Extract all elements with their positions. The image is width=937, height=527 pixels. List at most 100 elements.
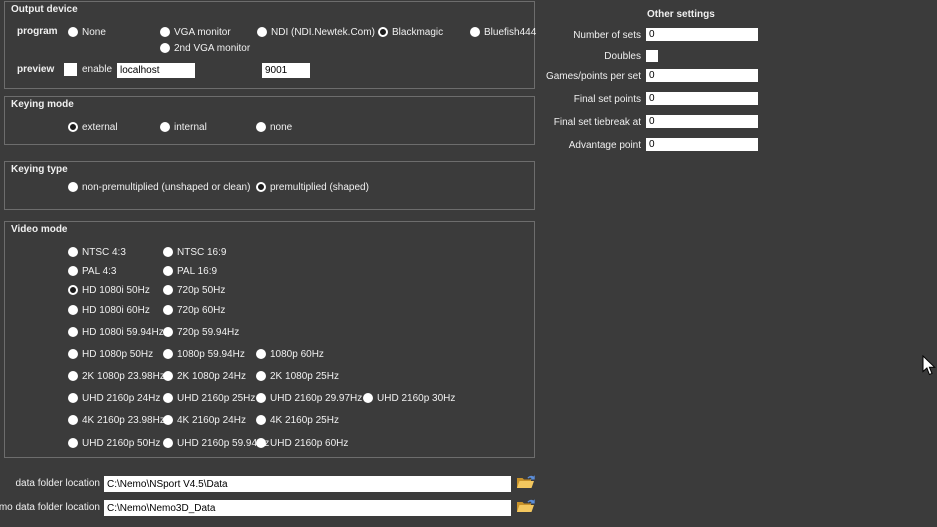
radio-2nd-vga-monitor[interactable]: 2nd VGA monitor: [160, 42, 250, 54]
radio-4k-2160p-25hz[interactable]: 4K 2160p 25Hz: [256, 414, 339, 426]
final-set-tiebreak-input[interactable]: [646, 115, 758, 128]
doubles-checkbox[interactable]: [646, 50, 658, 62]
radio-icon: [163, 247, 173, 257]
radio-4k-2160p-23-98hz[interactable]: 4K 2160p 23.98Hz: [68, 414, 165, 426]
radio-label: HD 1080p 50Hz: [82, 349, 153, 360]
radio-vga-monitor[interactable]: VGA monitor: [160, 26, 231, 38]
number-of-sets-input[interactable]: [646, 28, 758, 41]
radio-2k-1080p-23-98hz[interactable]: 2K 1080p 23.98Hz: [68, 370, 165, 382]
radio-uhd-2160p-30hz[interactable]: UHD 2160p 30Hz: [363, 392, 455, 404]
radio-1080p-60hz[interactable]: 1080p 60Hz: [256, 348, 324, 360]
nemo-data-folder-location-input[interactable]: [104, 500, 511, 516]
radio-label: 2K 1080p 25Hz: [270, 371, 339, 382]
final-set-points-input[interactable]: [646, 92, 758, 105]
radio-icon: [68, 182, 78, 192]
radio-icon: [68, 305, 78, 315]
radio-ntsc-16-9[interactable]: NTSC 16:9: [163, 246, 226, 258]
radio-keying-internal[interactable]: internal: [160, 121, 207, 133]
radio-label: 720p 60Hz: [177, 305, 225, 316]
radio-icon: [256, 349, 266, 359]
radio-label: Bluefish444: [484, 27, 536, 38]
radio-icon: [160, 43, 170, 53]
radio-uhd-2160p-50hz[interactable]: UHD 2160p 50Hz: [68, 437, 160, 449]
settings-window: Output device program None VGA monitor N…: [0, 0, 937, 527]
radio-hd-1080i-50hz[interactable]: HD 1080i 50Hz: [68, 284, 150, 296]
radio-label: 2K 1080p 24Hz: [177, 371, 246, 382]
doubles-label: Doubles: [604, 51, 641, 62]
radio-label: premultiplied (shaped): [270, 182, 369, 193]
radio-ntsc-4-3[interactable]: NTSC 4:3: [68, 246, 126, 258]
radio-label: None: [82, 27, 106, 38]
radio-label: UHD 2160p 50Hz: [82, 438, 160, 449]
preview-port-input[interactable]: [262, 63, 310, 78]
radio-keying-none[interactable]: none: [256, 121, 292, 133]
mouse-cursor-icon: [922, 355, 936, 376]
radio-ndi[interactable]: NDI (NDI.Newtek.Com): [257, 26, 375, 38]
radio-icon: [163, 285, 173, 295]
radio-720p-50hz[interactable]: 720p 50Hz: [163, 284, 225, 296]
radio-1080p-59-94hz[interactable]: 1080p 59.94Hz: [163, 348, 245, 360]
radio-label: 4K 2160p 23.98Hz: [82, 415, 165, 426]
radio-uhd-2160p-25hz[interactable]: UHD 2160p 25Hz: [163, 392, 255, 404]
output-device-group-title: Output device: [11, 4, 78, 15]
radio-label: UHD 2160p 29.97Hz: [270, 393, 362, 404]
radio-hd-1080i-60hz[interactable]: HD 1080i 60Hz: [68, 304, 150, 316]
radio-uhd-2160p-59-94hz[interactable]: UHD 2160p 59.94Hz: [163, 437, 269, 449]
radio-uhd-2160p-24hz[interactable]: UHD 2160p 24Hz: [68, 392, 160, 404]
radio-label: 2K 1080p 23.98Hz: [82, 371, 165, 382]
radio-selected-icon: [378, 27, 388, 37]
radio-icon: [163, 305, 173, 315]
radio-label: Blackmagic: [392, 27, 443, 38]
radio-icon: [68, 371, 78, 381]
preview-enable-checkbox[interactable]: [64, 63, 77, 76]
radio-label: PAL 4:3: [82, 266, 116, 277]
radio-blackmagic[interactable]: Blackmagic: [378, 26, 443, 38]
preview-label: preview: [17, 64, 54, 75]
radio-label: 720p 59.94Hz: [177, 327, 239, 338]
radio-icon: [68, 247, 78, 257]
radio-icon: [163, 371, 173, 381]
radio-label: 4K 2160p 25Hz: [270, 415, 339, 426]
radio-4k-2160p-24hz[interactable]: 4K 2160p 24Hz: [163, 414, 246, 426]
radio-label: internal: [174, 122, 207, 133]
radio-2k-1080p-25hz[interactable]: 2K 1080p 25Hz: [256, 370, 339, 382]
radio-icon: [68, 27, 78, 37]
keying-mode-group-title: Keying mode: [11, 99, 74, 110]
radio-none[interactable]: None: [68, 26, 106, 38]
radio-icon: [68, 327, 78, 337]
radio-uhd-2160p-60hz[interactable]: UHD 2160p 60Hz: [256, 437, 348, 449]
radio-label: 1080p 60Hz: [270, 349, 324, 360]
radio-icon: [470, 27, 480, 37]
radio-icon: [68, 438, 78, 448]
radio-2k-1080p-24hz[interactable]: 2K 1080p 24Hz: [163, 370, 246, 382]
radio-label: NTSC 4:3: [82, 247, 126, 258]
radio-label: external: [82, 122, 118, 133]
radio-uhd-2160p-29-97hz[interactable]: UHD 2160p 29.97Hz: [256, 392, 362, 404]
radio-pal-16-9[interactable]: PAL 16:9: [163, 265, 217, 277]
radio-label: 4K 2160p 24Hz: [177, 415, 246, 426]
preview-host-input[interactable]: [117, 63, 195, 78]
radio-icon: [163, 438, 173, 448]
radio-icon: [160, 122, 170, 132]
radio-selected-icon: [68, 122, 78, 132]
radio-720p-60hz[interactable]: 720p 60Hz: [163, 304, 225, 316]
radio-icon: [163, 327, 173, 337]
browse-nemo-data-folder-button[interactable]: [515, 498, 537, 516]
advantage-point-input[interactable]: [646, 138, 758, 151]
games-points-per-set-label: Games/points per set: [546, 71, 641, 82]
radio-keying-external[interactable]: external: [68, 121, 118, 133]
radio-hd-1080i-59-94hz[interactable]: HD 1080i 59.94Hz: [68, 326, 164, 338]
data-folder-location-input[interactable]: [104, 476, 511, 492]
radio-label: HD 1080i 60Hz: [82, 305, 150, 316]
radio-hd-1080p-50hz[interactable]: HD 1080p 50Hz: [68, 348, 153, 360]
radio-icon: [256, 438, 266, 448]
radio-pal-4-3[interactable]: PAL 4:3: [68, 265, 116, 277]
radio-label: NDI (NDI.Newtek.Com): [271, 27, 375, 38]
games-points-per-set-input[interactable]: [646, 69, 758, 82]
radio-label: HD 1080i 59.94Hz: [82, 327, 164, 338]
browse-data-folder-button[interactable]: [515, 474, 537, 492]
radio-non-premultiplied[interactable]: non-premultiplied (unshaped or clean): [68, 181, 250, 193]
radio-bluefish444[interactable]: Bluefish444: [470, 26, 536, 38]
radio-premultiplied[interactable]: premultiplied (shaped): [256, 181, 369, 193]
radio-720p-59-94hz[interactable]: 720p 59.94Hz: [163, 326, 239, 338]
